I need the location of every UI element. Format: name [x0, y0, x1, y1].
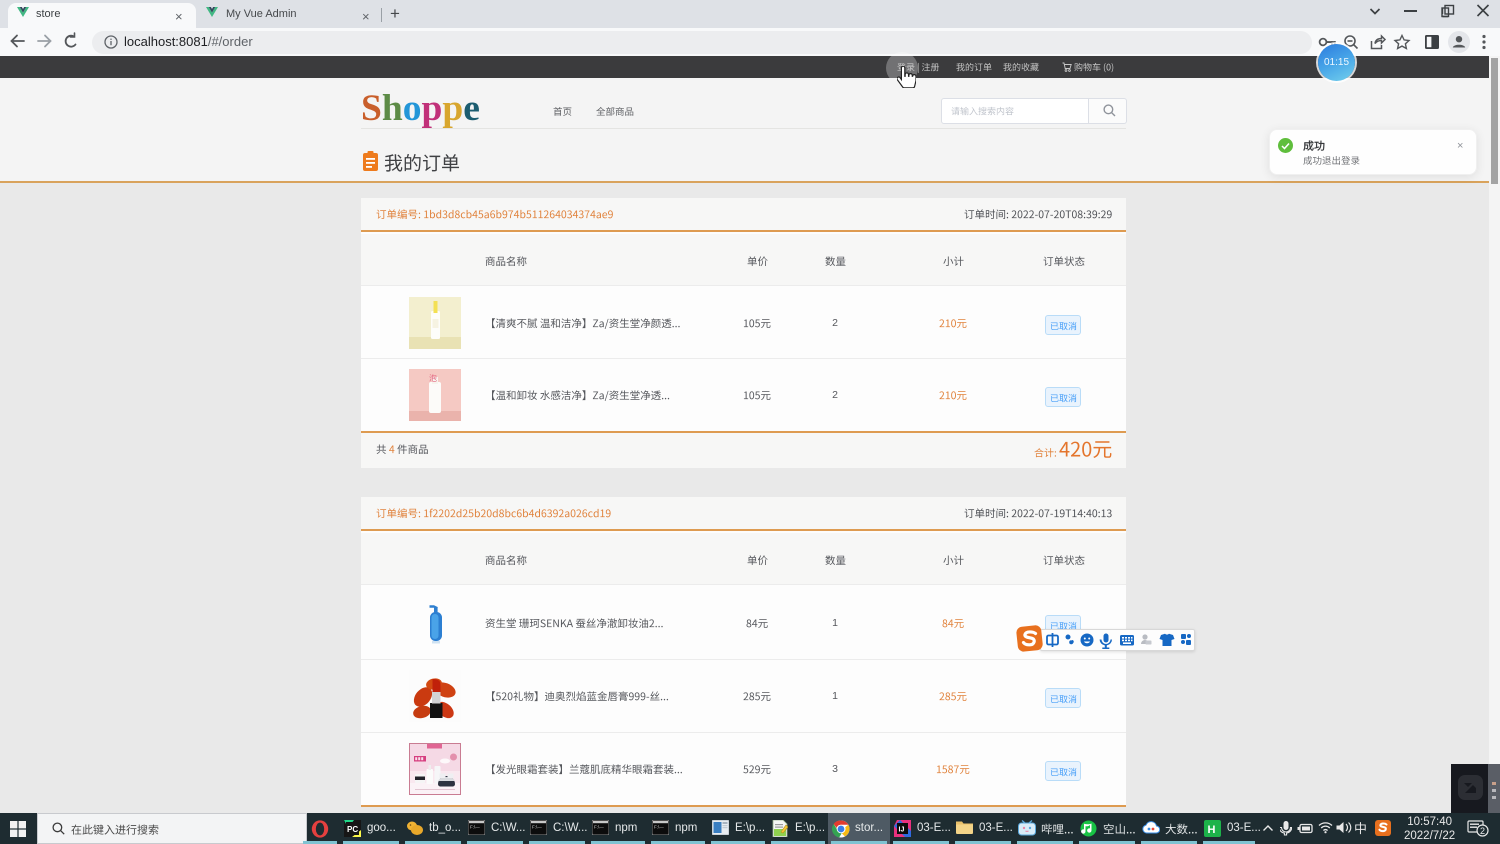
svg-text:F:\—: F:\— — [470, 825, 480, 830]
svg-text:2: 2 — [1480, 826, 1485, 836]
svg-text:PC: PC — [347, 825, 358, 834]
svg-text:F:\—: F:\— — [594, 825, 604, 830]
svg-text:F:\—: F:\— — [532, 825, 542, 830]
svg-text:F:\—: F:\— — [654, 825, 664, 830]
svg-text:H: H — [1208, 824, 1216, 836]
svg-text:IJ: IJ — [899, 827, 905, 834]
